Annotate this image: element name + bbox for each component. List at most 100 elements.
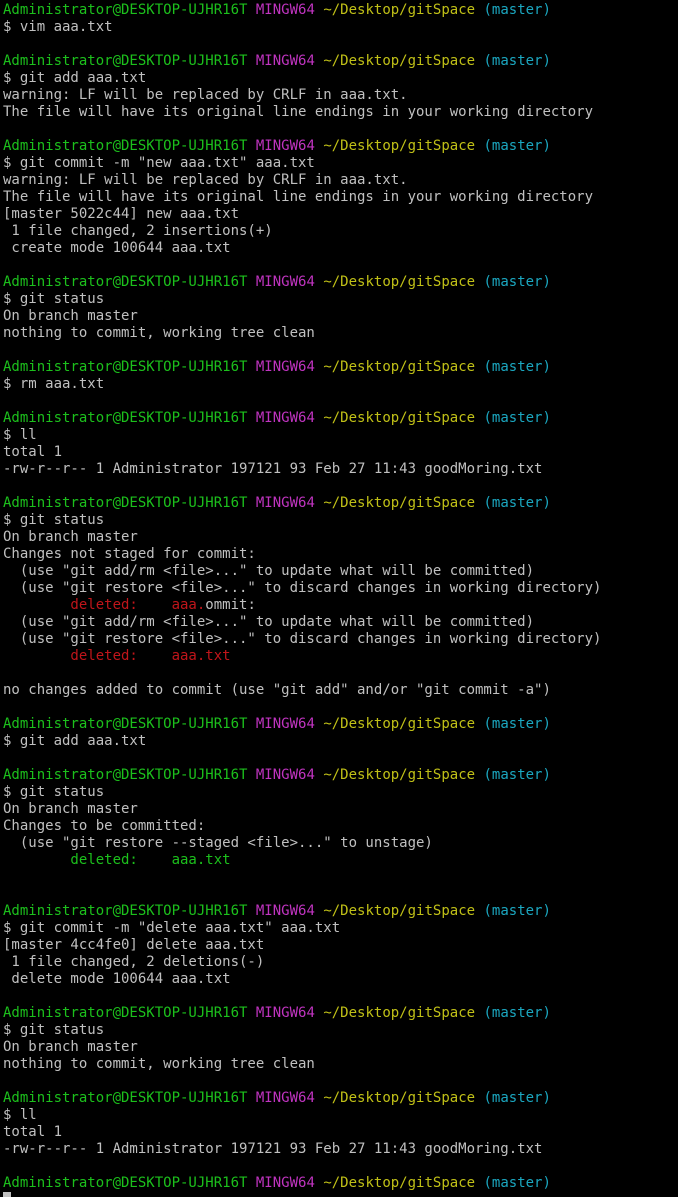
- command-text: $ rm aaa.txt: [3, 376, 105, 392]
- prompt-line: Administrator@DESKTOP-UJHR16T MINGW64 ~/…: [3, 716, 678, 733]
- output-line: [master 4cc4fe0] delete aaa.txt: [3, 937, 678, 954]
- output-line: (use "git restore --staged <file>..." to…: [3, 835, 678, 852]
- output-line: On branch master: [3, 308, 678, 325]
- prompt-shell: MINGW64: [255, 2, 315, 18]
- output-text: 1 file changed, 2 deletions(-): [3, 954, 265, 970]
- output-line: Changes not staged for commit:: [3, 546, 678, 563]
- output-text: total 1: [3, 444, 63, 460]
- output-line: (use "git add/rm <file>..." to update wh…: [3, 563, 678, 580]
- command-text: $ git status: [3, 1022, 105, 1038]
- prompt-shell: MINGW64: [255, 138, 315, 154]
- output-text: delete mode 100644 aaa.txt: [3, 971, 231, 987]
- output-text: (use "git restore <file>..." to discard …: [3, 631, 602, 647]
- status-segment: ommit:: [205, 597, 256, 613]
- prompt-path: ~/Desktop/gitSpace: [323, 53, 476, 69]
- output-line: The file will have its original line end…: [3, 189, 678, 206]
- status-file-line: deleted: aaa.txt: [3, 852, 678, 869]
- output-line: On branch master: [3, 1039, 678, 1056]
- command-line: $ git add aaa.txt: [3, 733, 678, 750]
- command-line: $ git commit -m "new aaa.txt" aaa.txt: [3, 155, 678, 172]
- prompt-shell: MINGW64: [255, 274, 315, 290]
- prompt-branch: (master): [483, 274, 551, 290]
- prompt-shell: MINGW64: [255, 1090, 315, 1106]
- command-text: $ git status: [3, 784, 105, 800]
- prompt-user: Administrator@DESKTOP-UJHR16T: [3, 1090, 248, 1106]
- output-text: Changes to be committed:: [3, 818, 206, 834]
- command-text: $ git commit -m "new aaa.txt" aaa.txt: [3, 155, 315, 171]
- prompt-path: ~/Desktop/gitSpace: [323, 2, 476, 18]
- prompt-line: Administrator@DESKTOP-UJHR16T MINGW64 ~/…: [3, 2, 678, 19]
- output-text: The file will have its original line end…: [3, 189, 594, 205]
- output-line: The file will have its original line end…: [3, 104, 678, 121]
- terminal-window[interactable]: Administrator@DESKTOP-UJHR16T MINGW64 ~/…: [0, 0, 678, 1197]
- output-line: 1 file changed, 2 deletions(-): [3, 954, 678, 971]
- output-text: warning: LF will be replaced by CRLF in …: [3, 172, 408, 188]
- input-line[interactable]: [3, 1192, 678, 1197]
- output-line: delete mode 100644 aaa.txt: [3, 971, 678, 988]
- prompt-user: Administrator@DESKTOP-UJHR16T: [3, 767, 248, 783]
- prompt-line: Administrator@DESKTOP-UJHR16T MINGW64 ~/…: [3, 495, 678, 512]
- output-text: no changes added to commit (use "git add…: [3, 682, 551, 698]
- output-text: nothing to commit, working tree clean: [3, 325, 315, 341]
- prompt-user: Administrator@DESKTOP-UJHR16T: [3, 1175, 248, 1191]
- prompt-line: Administrator@DESKTOP-UJHR16T MINGW64 ~/…: [3, 1005, 678, 1022]
- output-line: total 1: [3, 444, 678, 461]
- prompt-shell: MINGW64: [255, 767, 315, 783]
- prompt-shell: MINGW64: [255, 1175, 315, 1191]
- prompt-line: Administrator@DESKTOP-UJHR16T MINGW64 ~/…: [3, 1090, 678, 1107]
- output-text: The file will have its original line end…: [3, 104, 594, 120]
- output-text: create mode 100644 aaa.txt: [3, 240, 231, 256]
- prompt-shell: MINGW64: [255, 1005, 315, 1021]
- prompt-user: Administrator@DESKTOP-UJHR16T: [3, 2, 248, 18]
- prompt-user: Administrator@DESKTOP-UJHR16T: [3, 274, 248, 290]
- prompt-line: Administrator@DESKTOP-UJHR16T MINGW64 ~/…: [3, 767, 678, 784]
- output-text: (use "git add/rm <file>..." to update wh…: [3, 563, 535, 579]
- output-text: [master 4cc4fe0] delete aaa.txt: [3, 937, 265, 953]
- command-text: $ git status: [3, 291, 105, 307]
- prompt-path: ~/Desktop/gitSpace: [323, 716, 476, 732]
- output-text: On branch master: [3, 529, 138, 545]
- output-line: On branch master: [3, 529, 678, 546]
- output-line: [master 5022c44] new aaa.txt: [3, 206, 678, 223]
- command-text: $ git add aaa.txt: [3, 733, 147, 749]
- prompt-branch: (master): [483, 1175, 551, 1191]
- prompt-path: ~/Desktop/gitSpace: [323, 138, 476, 154]
- prompt-path: ~/Desktop/gitSpace: [323, 410, 476, 426]
- prompt-user: Administrator@DESKTOP-UJHR16T: [3, 138, 248, 154]
- command-text: $ git add aaa.txt: [3, 70, 147, 86]
- prompt-user: Administrator@DESKTOP-UJHR16T: [3, 495, 248, 511]
- prompt-branch: (master): [483, 495, 551, 511]
- output-text: -rw-r--r-- 1 Administrator 197121 93 Feb…: [3, 1141, 543, 1157]
- output-line: nothing to commit, working tree clean: [3, 1056, 678, 1073]
- prompt-path: ~/Desktop/gitSpace: [323, 767, 476, 783]
- command-line: $ git status: [3, 1022, 678, 1039]
- prompt-branch: (master): [483, 1090, 551, 1106]
- output-line: nothing to commit, working tree clean: [3, 325, 678, 342]
- command-text: $ git status: [3, 512, 105, 528]
- command-text: $ git commit -m "delete aaa.txt" aaa.txt: [3, 920, 341, 936]
- output-text: On branch master: [3, 1039, 138, 1055]
- prompt-shell: MINGW64: [255, 53, 315, 69]
- output-line: warning: LF will be replaced by CRLF in …: [3, 87, 678, 104]
- output-line: 1 file changed, 2 insertions(+): [3, 223, 678, 240]
- prompt-branch: (master): [483, 903, 551, 919]
- command-line: $ git status: [3, 291, 678, 308]
- output-line: (use "git restore <file>..." to discard …: [3, 631, 678, 648]
- prompt-shell: MINGW64: [255, 903, 315, 919]
- prompt-line: Administrator@DESKTOP-UJHR16T MINGW64 ~/…: [3, 274, 678, 291]
- prompt-user: Administrator@DESKTOP-UJHR16T: [3, 53, 248, 69]
- prompt-user: Administrator@DESKTOP-UJHR16T: [3, 903, 248, 919]
- output-line: On branch master: [3, 801, 678, 818]
- output-text: total 1: [3, 1124, 63, 1140]
- prompt-shell: MINGW64: [255, 359, 315, 375]
- output-text: (use "git restore <file>..." to discard …: [3, 580, 602, 596]
